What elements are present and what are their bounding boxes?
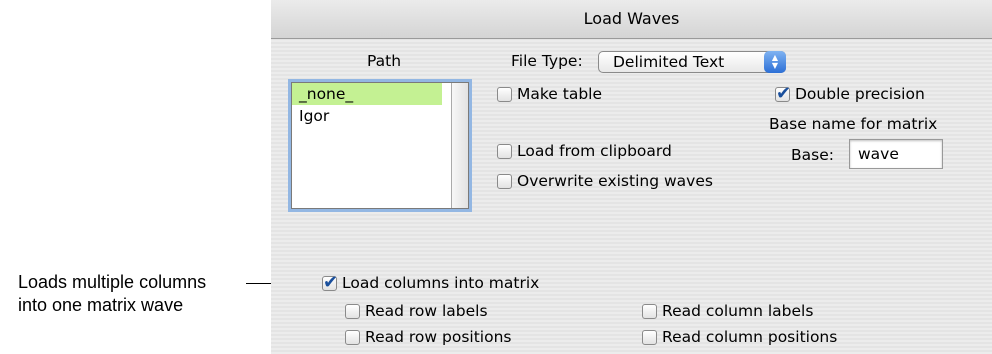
file-type-value: Delimited Text	[613, 53, 725, 71]
overwrite-existing-waves-checkbox[interactable]: Overwrite existing waves	[497, 172, 713, 190]
path-label: Path	[367, 52, 402, 70]
file-type-label: File Type:	[511, 52, 583, 70]
read-column-labels-checkbox[interactable]: Read column labels	[642, 302, 813, 320]
checkbox-icon	[497, 173, 512, 189]
load-columns-into-matrix-checkbox[interactable]: Load columns into matrix	[322, 272, 540, 293]
path-item-igor[interactable]: Igor	[292, 105, 442, 127]
read-column-positions-label: Read column positions	[662, 328, 838, 346]
double-precision-checkbox[interactable]: Double precision	[775, 83, 925, 104]
load-waves-dialog: Load Waves Path _none_ Igor File Type: D…	[271, 0, 992, 354]
read-row-labels-label: Read row labels	[365, 302, 488, 320]
make-table-checkbox[interactable]: Make table	[497, 85, 602, 103]
read-column-positions-checkbox[interactable]: Read column positions	[642, 328, 837, 346]
double-precision-label: Double precision	[795, 85, 925, 103]
checkbox-icon	[642, 329, 657, 345]
checkbox-icon	[345, 303, 360, 319]
read-row-labels-checkbox[interactable]: Read row labels	[345, 302, 488, 320]
checkbox-icon	[345, 329, 360, 345]
callout-annotation: Loads multiple columns into one matrix w…	[18, 271, 206, 317]
make-table-label: Make table	[517, 85, 603, 103]
callout-line-2: into one matrix wave	[18, 295, 184, 315]
checkbox-icon	[497, 143, 512, 159]
checkmark-icon	[775, 83, 791, 104]
read-row-positions-label: Read row positions	[365, 328, 512, 346]
base-name-input[interactable]: wave	[849, 139, 943, 169]
callout-line-1: Loads multiple columns	[18, 272, 207, 292]
load-from-clipboard-label: Load from clipboard	[517, 142, 672, 160]
path-item-none[interactable]: _none_	[292, 83, 442, 105]
path-scrollbar[interactable]	[451, 83, 468, 208]
base-name-heading: Base name for matrix	[769, 115, 938, 133]
read-column-labels-label: Read column labels	[662, 302, 814, 320]
base-label: Base:	[791, 146, 834, 164]
overwrite-existing-waves-label: Overwrite existing waves	[517, 172, 713, 190]
checkbox-icon	[497, 86, 512, 102]
checkbox-icon	[642, 303, 657, 319]
popup-arrows-icon: ▲ ▼	[764, 51, 786, 73]
read-row-positions-checkbox[interactable]: Read row positions	[345, 328, 511, 346]
load-from-clipboard-checkbox[interactable]: Load from clipboard	[497, 142, 672, 160]
dialog-title: Load Waves	[271, 0, 992, 39]
file-type-popup[interactable]: Delimited Text ▲ ▼	[598, 51, 786, 73]
checkmark-icon	[322, 272, 338, 293]
path-listbox[interactable]: _none_ Igor	[291, 82, 469, 209]
load-columns-into-matrix-label: Load columns into matrix	[342, 274, 540, 292]
